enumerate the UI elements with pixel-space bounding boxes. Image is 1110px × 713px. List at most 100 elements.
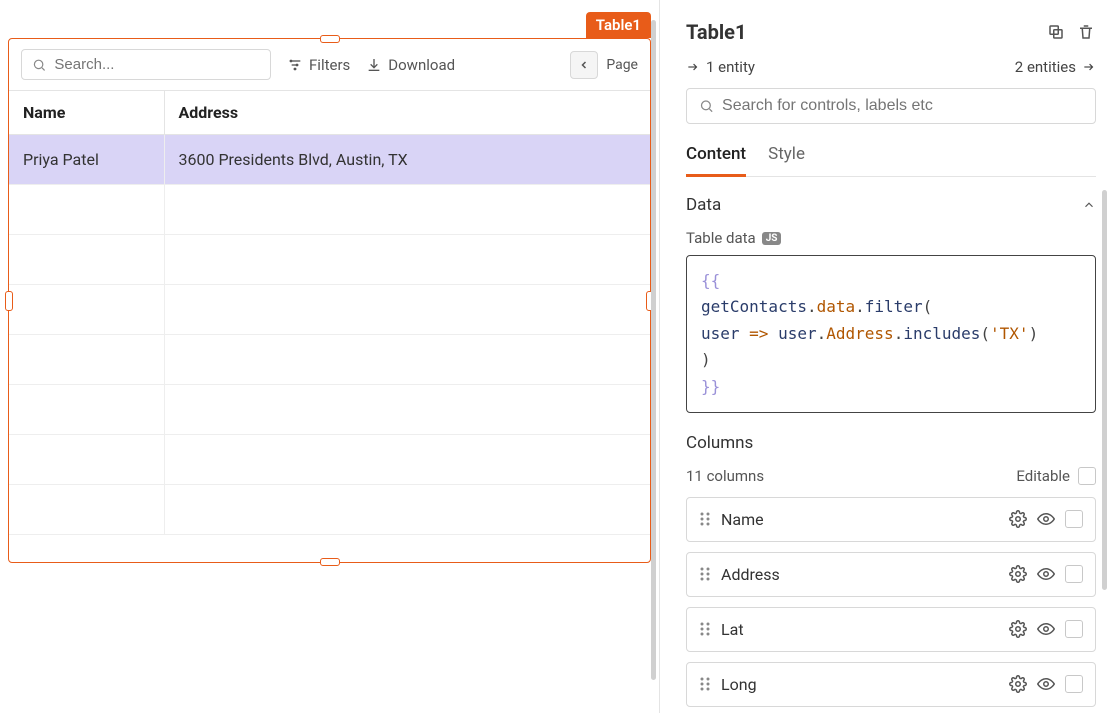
column-row[interactable]: Address [686,552,1096,597]
canvas-scrollbar[interactable] [651,20,656,680]
crumb-right[interactable]: 2 entities [1015,58,1096,76]
arrow-right-icon [686,60,700,74]
code-token: {{ [701,271,720,290]
eye-icon[interactable] [1037,675,1055,693]
column-row[interactable]: Name [686,497,1096,542]
table-header-row: Name Address [9,91,650,135]
column-checkbox[interactable] [1065,565,1083,583]
eye-icon[interactable] [1037,620,1055,638]
code-token: }} [701,377,720,396]
editable-label: Editable [1016,467,1070,485]
crumb-left[interactable]: 1 entity [686,58,755,76]
column-row[interactable]: Lat [686,607,1096,652]
code-token: user [701,324,740,343]
column-checkbox[interactable] [1065,620,1083,638]
column-name: Name [721,510,999,529]
panel-scrollbar[interactable] [1102,190,1107,610]
search-icon [32,57,46,73]
panel-search-input[interactable] [722,97,1083,115]
drag-handle-icon[interactable] [699,621,711,637]
drag-handle-icon[interactable] [699,566,711,582]
resize-handle-left[interactable] [5,291,13,311]
resize-handle-top[interactable] [320,35,340,43]
table-data-field-label: Table data JS [686,229,1096,247]
eye-icon[interactable] [1037,510,1055,528]
code-editor[interactable]: {{ getContacts.data.filter( user => user… [686,255,1096,413]
delete-button[interactable] [1076,22,1096,42]
tab-style[interactable]: Style [768,144,805,176]
gear-icon[interactable] [1009,620,1027,638]
table-row[interactable] [9,285,650,335]
gear-icon[interactable] [1009,565,1027,583]
table-row[interactable] [9,185,650,235]
table-search[interactable] [21,49,271,80]
page-label: Page [606,57,638,73]
table-row[interactable] [9,235,650,285]
column-name: Lat [721,620,999,639]
code-token: getContacts [701,297,807,316]
tab-content[interactable]: Content [686,144,746,177]
arrow-right-icon [1082,60,1096,74]
table-search-input[interactable] [54,56,260,73]
table-row[interactable]: Priya Patel 3600 Presidents Blvd, Austin… [9,135,650,185]
table-row[interactable] [9,485,650,535]
download-icon [366,57,382,73]
code-token: data [817,297,856,316]
columns-heading: Columns [686,433,753,453]
panel-tabs: Content Style [686,144,1096,177]
column-name: Long [721,675,999,694]
download-button[interactable]: Download [366,56,455,74]
column-name: Address [721,565,999,584]
js-badge[interactable]: JS [762,232,782,245]
table-row[interactable] [9,385,650,435]
cell-name: Priya Patel [9,135,164,185]
crumb-right-text: 2 entities [1015,58,1076,76]
canvas-area: Table1 Filters Download [0,0,660,713]
table-toolbar: Filters Download Page [9,39,650,91]
panel-title: Table1 [686,20,1036,44]
table-row[interactable] [9,335,650,385]
eye-icon[interactable] [1037,565,1055,583]
col-header-address[interactable]: Address [164,91,650,135]
copy-button[interactable] [1046,22,1066,42]
crumb-left-text: 1 entity [706,58,755,76]
gear-icon[interactable] [1009,510,1027,528]
pager-prev-button[interactable] [570,51,598,79]
drag-handle-icon[interactable] [699,511,711,527]
data-table: Name Address Priya Patel 3600 Presidents… [9,91,650,535]
filters-label: Filters [309,56,350,74]
table-widget[interactable]: Filters Download Page Name Add [8,38,651,563]
search-icon [699,98,714,114]
code-token: 'TX' [990,324,1029,343]
chevron-left-icon [578,59,590,71]
column-row[interactable]: Long [686,662,1096,707]
code-token: filter [865,297,923,316]
chevron-up-icon [1082,198,1096,212]
panel-search[interactable] [686,88,1096,124]
table-data-label-text: Table data [686,229,756,247]
column-checkbox[interactable] [1065,510,1083,528]
column-checkbox[interactable] [1065,675,1083,693]
widget-label-badge[interactable]: Table1 [586,12,651,38]
table-row[interactable] [9,435,650,485]
section-data-title: Data [686,195,721,215]
breadcrumb: 1 entity 2 entities [686,58,1096,76]
filters-button[interactable]: Filters [287,56,350,74]
drag-handle-icon[interactable] [699,676,711,692]
section-data[interactable]: Data [686,195,1096,215]
filters-icon [287,57,303,73]
col-header-name[interactable]: Name [9,91,164,135]
code-token: user [778,324,817,343]
editable-checkbox[interactable] [1078,467,1096,485]
code-token: Address [826,324,893,343]
code-token: includes [903,324,980,343]
trash-icon [1077,23,1095,41]
resize-handle-bottom[interactable] [320,558,340,566]
download-label: Download [388,56,455,74]
copy-icon [1047,23,1065,41]
pagination: Page [570,51,638,79]
cell-address: 3600 Presidents Blvd, Austin, TX [164,135,650,185]
columns-count-label: 11 columns [686,467,764,485]
property-panel: Table1 1 entity 2 entities Content [660,0,1110,713]
gear-icon[interactable] [1009,675,1027,693]
